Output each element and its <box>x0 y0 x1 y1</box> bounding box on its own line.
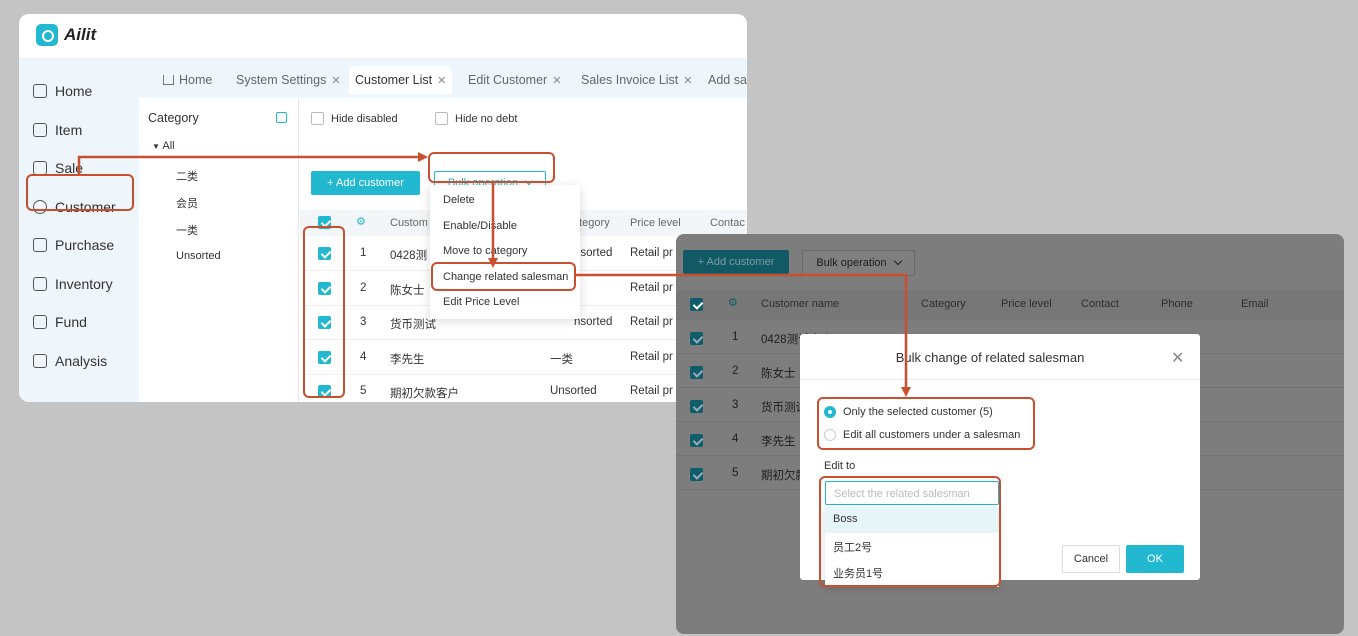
radio-button[interactable] <box>824 429 836 441</box>
analysis-icon <box>33 354 47 368</box>
gear-icon[interactable]: ⚙ <box>728 296 738 309</box>
bulk-operation-menu: Delete Enable/Disable Move to category C… <box>430 185 580 319</box>
logo-bar: Ailit <box>19 14 747 58</box>
hide-disabled-filter[interactable]: Hide disabled <box>311 112 398 125</box>
row-checkbox[interactable] <box>690 366 703 379</box>
option-staff-2[interactable]: 员工2号 <box>825 533 999 559</box>
column-header: Customer name <box>761 298 840 310</box>
column-header: Phone <box>1161 298 1193 310</box>
option-boss[interactable]: Boss <box>825 507 999 533</box>
sidebar-item-item[interactable]: Item <box>27 113 131 147</box>
salesman-options: Boss 员工2号 业务员1号 <box>825 507 999 587</box>
sale-icon <box>33 161 47 175</box>
hide-no-debt-filter[interactable]: Hide no debt <box>435 112 517 125</box>
checkbox[interactable] <box>435 112 448 125</box>
chevron-down-icon <box>524 176 534 186</box>
tab-sales-invoice-list[interactable]: Sales Invoice List ✕ <box>575 66 699 94</box>
customer-list-window: Ailit Home Item Sale Customer Purchase I… <box>19 14 747 402</box>
category-item-unsorted[interactable]: Unsorted <box>176 250 221 262</box>
sidebar-item-inventory[interactable]: Inventory <box>27 267 131 301</box>
category-item[interactable]: 二类 <box>176 168 198 184</box>
tab-bar: Home System Settings ✕ Customer List ✕ Edi… <box>139 58 747 98</box>
add-customer-button[interactable]: + Add customer <box>683 250 789 274</box>
row-checkbox[interactable] <box>690 400 703 413</box>
menu-item-change-salesman[interactable]: Change related salesman <box>443 271 568 283</box>
sidebar-item-sale[interactable]: Sale <box>27 151 131 185</box>
bulk-change-salesman-dialog: Bulk change of related salesman ✕ Only t… <box>800 334 1200 587</box>
ok-button[interactable]: OK <box>1126 545 1184 573</box>
fund-icon <box>33 315 47 329</box>
category-item[interactable]: 会员 <box>176 195 198 211</box>
close-icon[interactable]: ✕ <box>552 74 561 87</box>
row-checkbox[interactable] <box>318 385 331 398</box>
close-icon[interactable]: ✕ <box>683 74 692 87</box>
menu-item-edit-price-level[interactable]: Edit Price Level <box>443 296 519 308</box>
close-icon[interactable]: ✕ <box>331 74 340 87</box>
edit-to-label: Edit to <box>824 460 856 472</box>
divider <box>800 379 1200 380</box>
menu-item-delete[interactable]: Delete <box>443 194 475 206</box>
sidebar-item-analysis[interactable]: Analysis <box>27 344 131 378</box>
radio-selected-customers[interactable]: Only the selected customer (5) <box>824 406 993 418</box>
column-header: Contact <box>1081 298 1119 310</box>
home-icon <box>163 75 174 85</box>
menu-item-enable-disable[interactable]: Enable/Disable <box>443 220 517 232</box>
select-all-checkbox[interactable] <box>690 298 703 311</box>
sidebar-item-fund[interactable]: Fund <box>27 305 131 339</box>
dialog-title: Bulk change of related salesman <box>895 350 1085 365</box>
row-checkbox[interactable] <box>690 434 703 447</box>
row-checkbox[interactable] <box>318 351 331 364</box>
row-checkbox[interactable] <box>690 468 703 481</box>
row-checkbox[interactable] <box>318 282 331 295</box>
gear-icon[interactable]: ⚙ <box>356 215 366 228</box>
edit-icon[interactable] <box>276 112 287 123</box>
select-all-checkbox[interactable] <box>318 216 331 229</box>
table-header: ⚙ Customer name Category Price level Con… <box>676 290 1344 320</box>
home-icon <box>33 84 47 98</box>
customer-icon <box>33 200 47 214</box>
tab-home[interactable]: Home <box>157 66 218 94</box>
category-all[interactable]: ▼ All <box>152 140 175 152</box>
radio-all-under-salesman[interactable]: Edit all customers under a salesman <box>824 429 1020 441</box>
close-icon[interactable]: ✕ <box>1171 348 1184 368</box>
column-header: Category <box>921 298 966 310</box>
row-checkbox[interactable] <box>318 247 331 260</box>
category-panel: Category ▼ All 二类 会员 一类 Unsorted <box>139 98 299 402</box>
column-header: Email <box>1241 298 1269 310</box>
item-icon <box>33 123 47 137</box>
sidebar-item-purchase[interactable]: Purchase <box>27 228 131 262</box>
caret-down-icon: ▼ <box>152 142 160 151</box>
sidebar: Home Item Sale Customer Purchase Invento… <box>19 58 139 402</box>
column-header: Custom <box>390 217 428 229</box>
bulk-operation-button[interactable]: Bulk operation <box>802 250 915 276</box>
salesman-select[interactable]: Select the related salesman <box>825 481 999 505</box>
app-name: Ailit <box>64 25 97 44</box>
category-title: Category <box>148 111 199 125</box>
radio-button[interactable] <box>824 406 836 418</box>
checkbox[interactable] <box>311 112 324 125</box>
inventory-icon <box>33 277 47 291</box>
row-checkbox[interactable] <box>318 316 331 329</box>
tab-system-settings[interactable]: System Settings ✕ <box>230 66 347 94</box>
menu-item-move-to-category[interactable]: Move to category <box>443 245 527 257</box>
sidebar-item-customer[interactable]: Customer <box>27 190 131 224</box>
tab-customer-list[interactable]: Customer List ✕ <box>349 66 453 94</box>
category-item[interactable]: 一类 <box>176 222 198 238</box>
sidebar-item-home[interactable]: Home <box>27 74 131 108</box>
row-checkbox[interactable] <box>690 332 703 345</box>
app-logo-icon <box>36 24 58 46</box>
add-customer-button[interactable]: + Add customer <box>311 171 420 195</box>
tab-add-sales[interactable]: Add sa <box>702 66 747 94</box>
chevron-down-icon <box>893 256 902 266</box>
purchase-icon <box>33 238 47 252</box>
column-header: Price level <box>630 217 681 229</box>
column-header: Contac <box>710 217 745 229</box>
option-salesman-1[interactable]: 业务员1号 <box>825 559 999 585</box>
cancel-button[interactable]: Cancel <box>1062 545 1120 573</box>
column-header: Price level <box>1001 298 1052 310</box>
tab-edit-customer[interactable]: Edit Customer ✕ <box>462 66 567 94</box>
close-icon[interactable]: ✕ <box>437 74 446 87</box>
